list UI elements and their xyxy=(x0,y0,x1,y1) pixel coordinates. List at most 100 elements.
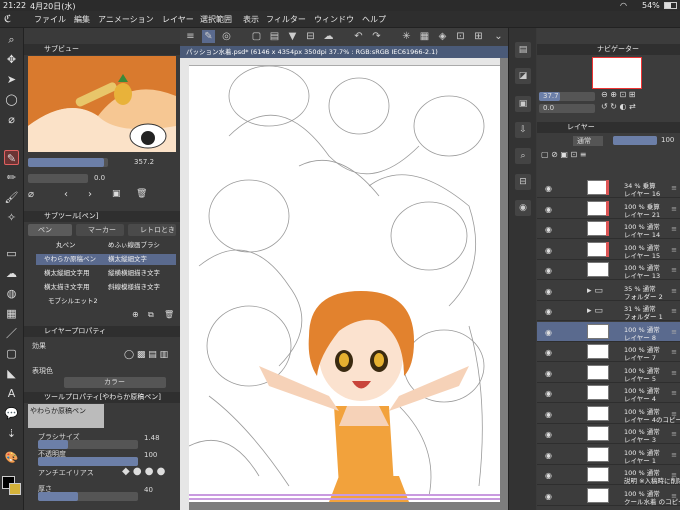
size-slider[interactable] xyxy=(38,440,138,449)
fill-select-icon[interactable]: ◈ xyxy=(436,30,449,43)
menu-select[interactable]: 選択範囲 xyxy=(200,14,232,25)
gradient-icon[interactable]: ▦ xyxy=(4,306,19,321)
subview-thumbnail[interactable] xyxy=(28,56,176,152)
opacity-slider[interactable] xyxy=(38,457,138,466)
layer-row[interactable]: ◉ 100 % 通常 レイヤー 4 ≡ xyxy=(537,383,680,403)
canvas-tab[interactable]: パッション水着.psd* (6146 x 4354px 350dpi 37.7%… xyxy=(180,46,508,58)
layer-menu-icon[interactable]: ≡ xyxy=(671,307,677,315)
eye-icon[interactable]: ◉ xyxy=(545,205,552,214)
menu-layer[interactable]: レイヤー xyxy=(162,14,194,25)
layer-menu-icon[interactable]: ≡ xyxy=(671,205,677,213)
transform-icon[interactable]: ⊡ xyxy=(454,30,467,43)
eyedropper-icon[interactable]: ⌀ xyxy=(28,189,34,200)
eye-icon[interactable]: ◉ xyxy=(545,348,552,357)
delete-subtool-icon[interactable]: 🗑 xyxy=(164,310,174,319)
chevron-down-icon[interactable]: ⌄ xyxy=(492,30,505,43)
clear-icon[interactable]: ▦ xyxy=(418,30,431,43)
layer-row[interactable]: ◉100 % 通常クール水着 のコピー 2≡ xyxy=(537,485,680,506)
layer-row[interactable]: ◉ 100 % 乗算 レイヤー 21 ≡ xyxy=(537,198,680,219)
layer-menu-icon[interactable]: ≡ xyxy=(671,348,677,356)
eye-icon[interactable]: ◉ xyxy=(545,307,552,316)
layer-row[interactable]: ◉ ▸ ▭ 31 % 通常 フォルダー 1 ≡ xyxy=(537,301,680,321)
history-icon[interactable]: ⇩ xyxy=(515,122,531,138)
subview-zoom-slider[interactable] xyxy=(28,174,88,183)
canvas-paper[interactable] xyxy=(189,66,500,502)
correction-icon[interactable]: ⇣ xyxy=(4,426,19,441)
eyedropper-icon[interactable]: ⌀ xyxy=(4,112,19,127)
blend-icon[interactable]: ☁ xyxy=(4,266,19,281)
new-icon[interactable]: ▢ xyxy=(250,30,263,43)
loading-icon[interactable]: ✳ xyxy=(400,30,413,43)
subtool-item[interactable]: 横太描き文字用 斜線模様描き文字 xyxy=(36,282,176,293)
menu-view[interactable]: 表示 xyxy=(243,14,259,25)
object-select-icon[interactable]: ➤ xyxy=(4,72,19,87)
layer-row[interactable]: ◉ 100 % 通常 レイヤー 15 ≡ xyxy=(537,239,680,260)
layer-menu-icon[interactable]: ≡ xyxy=(671,492,677,500)
text-icon[interactable]: A xyxy=(4,386,19,401)
eye-icon[interactable]: ◉ xyxy=(545,471,552,480)
layer-menu-icon[interactable]: ≡ xyxy=(671,246,677,254)
layer-row[interactable]: ◉100 % 通常説明 ※入稿時に削除して≡ xyxy=(537,465,680,485)
layer-row[interactable]: ◉ 100 % 通常 レイヤー 8 ≡ xyxy=(537,321,680,342)
pencil-icon[interactable]: ✏ xyxy=(4,170,19,185)
search-icon[interactable]: ⌕ xyxy=(515,148,531,164)
eye-icon[interactable]: ◉ xyxy=(545,369,552,378)
fill-icon[interactable]: ◍ xyxy=(4,286,19,301)
layer-menu-icon[interactable]: ≡ xyxy=(671,369,677,377)
airbrush-icon[interactable]: ✧ xyxy=(4,210,19,225)
menu-window[interactable]: ウィンドウ xyxy=(314,14,354,25)
export-icon[interactable]: ⊟ xyxy=(304,30,317,43)
eye-icon[interactable]: ◉ xyxy=(545,246,552,255)
undo-icon[interactable]: ↶ xyxy=(352,30,365,43)
prev-icon[interactable]: ‹ xyxy=(64,189,68,200)
layer-menu-icon[interactable]: ≡ xyxy=(671,451,677,459)
move-icon[interactable]: ✥ xyxy=(4,52,19,67)
app-logo-icon[interactable]: ℭ xyxy=(4,14,11,25)
app-icon[interactable]: ◎ xyxy=(220,30,233,43)
eye-icon[interactable]: ◉ xyxy=(545,389,552,398)
navigator-preview[interactable] xyxy=(592,57,642,89)
layer-row[interactable]: ◉ ▸ ▭ 35 % 通常 フォルダー 2 ≡ xyxy=(537,280,680,301)
aa-options[interactable]: ◆ ● ● ● xyxy=(122,466,165,477)
subtool-item[interactable]: モブシルエット2 xyxy=(36,296,176,307)
layer-menu-icon[interactable]: ≡ xyxy=(671,471,677,479)
layer-action-icons[interactable]: ▢ ⊘ ▣ ⊡ ≡ xyxy=(541,150,586,159)
subtool-item[interactable]: 横太縦細文字用 縦横横細描き文字 xyxy=(36,268,176,279)
layers-panel-icon[interactable]: ▤ xyxy=(515,42,531,58)
tab-marker[interactable]: マーカー xyxy=(76,224,124,236)
layer-menu-icon[interactable]: ≡ xyxy=(671,225,677,233)
pen-icon[interactable]: ✎ xyxy=(4,150,19,165)
cloud-icon[interactable]: ☁ xyxy=(322,30,335,43)
add-subtool-icon[interactable]: ⊕ xyxy=(132,310,139,319)
layer-menu-icon[interactable]: ≡ xyxy=(671,184,677,192)
redo-icon[interactable]: ↷ xyxy=(370,30,383,43)
layer-row[interactable]: ◉ 100 % 通常 レイヤー 3 ≡ xyxy=(537,424,680,444)
info-icon[interactable]: ⊟ xyxy=(515,174,531,190)
open-icon[interactable]: ▤ xyxy=(268,30,281,43)
layer-row[interactable]: ◉ 100 % 通常 レイヤー 13 ≡ xyxy=(537,260,680,280)
menu-file[interactable]: ファイル xyxy=(34,14,66,25)
eye-icon[interactable]: ◉ xyxy=(545,492,552,501)
zoom-buttons[interactable]: ⊖ ⊕ ⊡ ⊞ xyxy=(601,90,635,99)
save-icon[interactable]: ▼ xyxy=(286,30,299,43)
eraser-icon[interactable]: ▭ xyxy=(4,246,19,261)
lasso-icon[interactable]: ◯ xyxy=(4,92,19,107)
subtool-item-selected[interactable]: やわらか原稿ペン 横太縦細文字 xyxy=(36,254,176,265)
menu-edit[interactable]: 編集 xyxy=(74,14,90,25)
paint-icon[interactable]: 🎨 xyxy=(4,450,19,465)
layer-row[interactable]: ◉ 100 % 通常 レイヤー 7 ≡ xyxy=(537,342,680,362)
menu-animation[interactable]: アニメーション xyxy=(98,14,154,25)
eye-icon[interactable]: ◉ xyxy=(545,184,552,193)
color-panel-icon[interactable]: ◪ xyxy=(515,68,531,84)
subtool-item[interactable]: 丸ペン めふぃ線画ブラシ xyxy=(36,240,176,251)
zoom-icon[interactable]: ⌕ xyxy=(4,32,19,47)
frame-icon[interactable]: ▢ xyxy=(4,346,19,361)
next-icon[interactable]: › xyxy=(88,189,92,200)
menu-help[interactable]: ヘルプ xyxy=(362,14,386,25)
effect-icons[interactable]: ◯ ▩ ▤ ▥ xyxy=(124,350,168,360)
layer-menu-icon[interactable]: ≡ xyxy=(671,328,677,336)
layer-menu-icon[interactable]: ≡ xyxy=(671,410,677,418)
expression-select[interactable]: カラー xyxy=(64,377,166,388)
blend-mode-select[interactable]: 通常 xyxy=(573,136,603,146)
balloon-icon[interactable]: 💬 xyxy=(4,406,19,421)
